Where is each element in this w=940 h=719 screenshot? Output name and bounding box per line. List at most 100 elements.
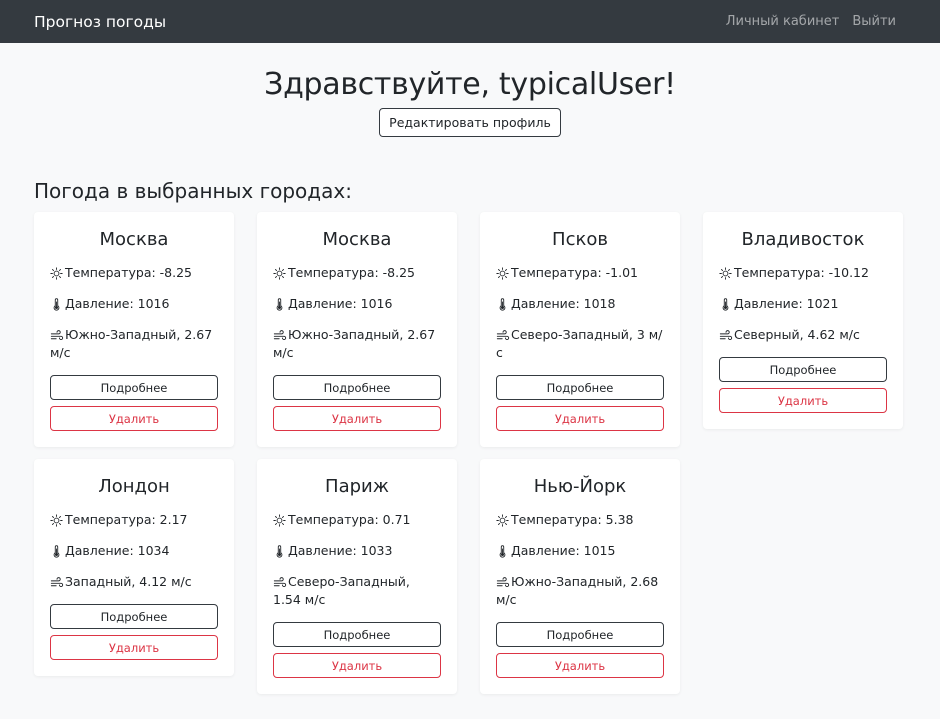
city-card: Лондон Температура: 2.17 Давление: 1034 … <box>34 459 234 676</box>
temperature-line: Температура: 2.17 <box>50 511 218 529</box>
city-name: Москва <box>99 229 169 250</box>
details-button[interactable]: Подробнее <box>50 375 218 400</box>
thermometer-icon <box>50 297 65 311</box>
thermometer-icon <box>496 297 511 311</box>
pressure-line: Давление: 1021 <box>719 295 887 313</box>
city-cards-grid: Москва Температура: -8.25 Давление: 1016… <box>34 212 908 694</box>
city-name: Псков <box>552 229 608 250</box>
wind-icon <box>50 576 65 589</box>
pressure-line: Давление: 1016 <box>273 295 441 313</box>
temperature-text: Температура: 2.17 <box>65 512 188 527</box>
thermometer-icon <box>273 297 288 311</box>
delete-button[interactable]: Удалить <box>496 406 664 431</box>
wind-line: Южно-Западный, 2.67 м/с <box>50 326 218 362</box>
wind-text: Западный, 4.12 м/с <box>65 574 192 589</box>
pressure-text: Давление: 1018 <box>511 296 616 311</box>
wind-icon <box>273 576 288 589</box>
pressure-line: Давление: 1033 <box>273 542 441 560</box>
wind-text: Северный, 4.62 м/с <box>734 327 860 342</box>
pressure-text: Давление: 1034 <box>65 543 170 558</box>
thermometer-icon <box>719 297 734 311</box>
greeting-heading: Здравствуйте, typicalUser! <box>264 67 676 102</box>
delete-button[interactable]: Удалить <box>719 388 887 413</box>
temperature-text: Температура: -8.25 <box>288 265 416 280</box>
edit-profile-wrap: Редактировать профиль <box>0 108 940 137</box>
city-card: Москва Температура: -8.25 Давление: 1016… <box>34 212 234 447</box>
city-name: Париж <box>325 476 389 497</box>
wind-icon <box>719 329 734 342</box>
city-name: Лондон <box>98 476 170 497</box>
edit-profile-button[interactable]: Редактировать профиль <box>379 108 561 137</box>
pressure-text: Давление: 1033 <box>288 543 393 558</box>
delete-button[interactable]: Удалить <box>496 653 664 678</box>
pressure-text: Давление: 1016 <box>288 296 393 311</box>
brand-title[interactable]: Прогноз погоды <box>34 13 166 31</box>
wind-line: Южно-Западный, 2.68 м/с <box>496 573 664 609</box>
delete-button[interactable]: Удалить <box>273 653 441 678</box>
city-name: Владивосток <box>741 229 865 250</box>
city-card: Владивосток Температура: -10.12 Давление… <box>703 212 903 429</box>
city-card: Нью-Йорк Температура: 5.38 Давление: 101… <box>480 459 680 694</box>
sun-icon <box>273 514 288 527</box>
pressure-line: Давление: 1016 <box>50 295 218 313</box>
temperature-text: Температура: -10.12 <box>734 265 869 280</box>
sun-icon <box>50 267 65 280</box>
city-card: Париж Температура: 0.71 Давление: 1033 С… <box>257 459 457 694</box>
delete-button[interactable]: Удалить <box>50 406 218 431</box>
pressure-text: Давление: 1015 <box>511 543 616 558</box>
wind-text: Южно-Западный, 2.67 м/с <box>273 327 436 360</box>
temperature-text: Температура: -1.01 <box>511 265 639 280</box>
wind-line: Северо-Западный, 3 м/с <box>496 326 664 362</box>
sun-icon <box>50 514 65 527</box>
wind-line: Северный, 4.62 м/с <box>719 326 887 344</box>
wind-icon <box>496 576 511 589</box>
wind-text: Северо-Западный, 3 м/с <box>496 327 663 360</box>
city-name: Москва <box>322 229 392 250</box>
details-button[interactable]: Подробнее <box>273 622 441 647</box>
pressure-line: Давление: 1034 <box>50 542 218 560</box>
sun-icon <box>496 267 511 280</box>
temperature-line: Температура: -1.01 <box>496 264 664 282</box>
details-button[interactable]: Подробнее <box>496 622 664 647</box>
temperature-line: Температура: -8.25 <box>50 264 218 282</box>
wind-line: Южно-Западный, 2.67 м/с <box>273 326 441 362</box>
temperature-text: Температура: -8.25 <box>65 265 193 280</box>
navbar: Прогноз погоды Личный кабинет Выйти <box>0 0 940 43</box>
section-title: Погода в выбранных городах: <box>34 179 352 203</box>
wind-icon <box>50 329 65 342</box>
wind-line: Западный, 4.12 м/с <box>50 573 218 591</box>
details-button[interactable]: Подробнее <box>273 375 441 400</box>
sun-icon <box>719 267 734 280</box>
wind-icon <box>273 329 288 342</box>
wind-icon <box>496 329 511 342</box>
temperature-line: Температура: -8.25 <box>273 264 441 282</box>
details-button[interactable]: Подробнее <box>719 357 887 382</box>
temperature-line: Температура: 0.71 <box>273 511 441 529</box>
temperature-text: Температура: 0.71 <box>288 512 411 527</box>
pressure-line: Давление: 1015 <box>496 542 664 560</box>
thermometer-icon <box>273 544 288 558</box>
wind-line: Северо-Западный, 1.54 м/с <box>273 573 441 609</box>
delete-button[interactable]: Удалить <box>273 406 441 431</box>
nav-link-logout[interactable]: Выйти <box>852 14 896 29</box>
temperature-line: Температура: 5.38 <box>496 511 664 529</box>
wind-text: Южно-Западный, 2.68 м/с <box>496 574 659 607</box>
wind-text: Северо-Западный, 1.54 м/с <box>273 574 410 607</box>
thermometer-icon <box>50 544 65 558</box>
temperature-text: Температура: 5.38 <box>511 512 634 527</box>
city-card: Москва Температура: -8.25 Давление: 1016… <box>257 212 457 447</box>
city-name: Нью-Йорк <box>533 476 627 497</box>
pressure-line: Давление: 1018 <box>496 295 664 313</box>
details-button[interactable]: Подробнее <box>50 604 218 629</box>
nav-link-account[interactable]: Личный кабинет <box>726 14 840 29</box>
pressure-text: Давление: 1021 <box>734 296 839 311</box>
pressure-text: Давление: 1016 <box>65 296 170 311</box>
wind-text: Южно-Западный, 2.67 м/с <box>50 327 213 360</box>
thermometer-icon <box>496 544 511 558</box>
city-card: Псков Температура: -1.01 Давление: 1018 … <box>480 212 680 447</box>
nav-links: Личный кабинет Выйти <box>726 14 896 29</box>
details-button[interactable]: Подробнее <box>496 375 664 400</box>
temperature-line: Температура: -10.12 <box>719 264 887 282</box>
delete-button[interactable]: Удалить <box>50 635 218 660</box>
sun-icon <box>496 514 511 527</box>
